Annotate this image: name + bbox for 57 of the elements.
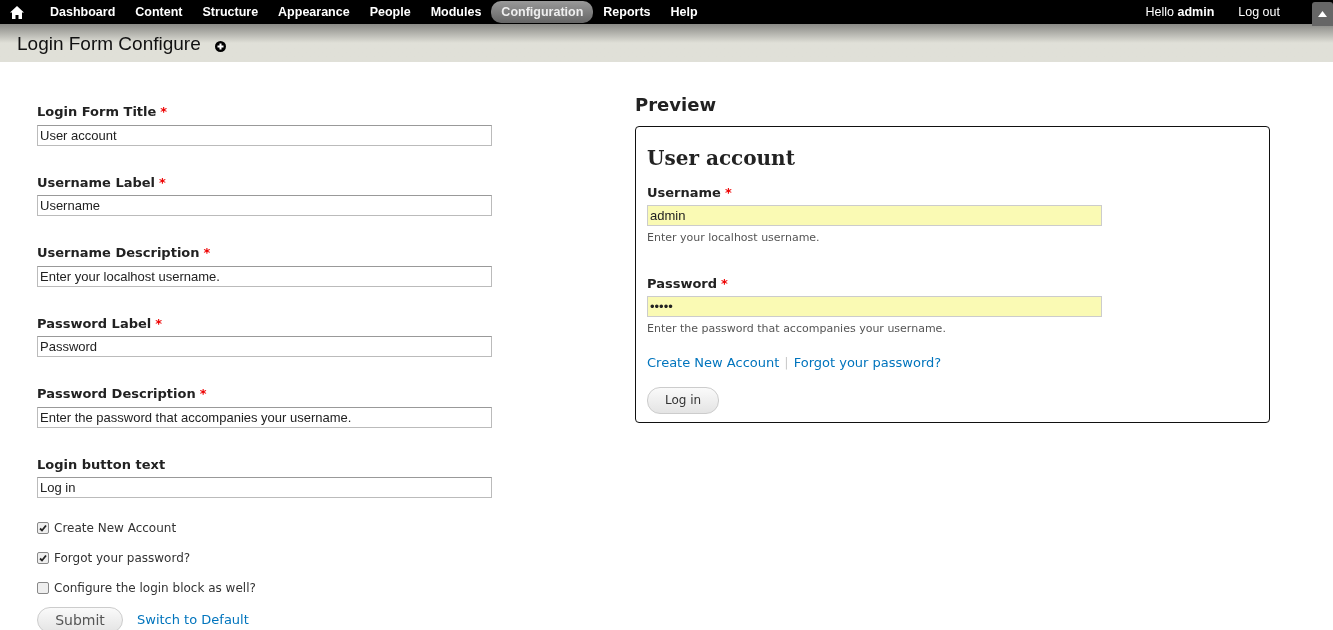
field-label: Password Label bbox=[37, 314, 152, 333]
page-title: Login Form Configure bbox=[17, 34, 201, 53]
toolbar-menu-item[interactable]: People bbox=[359, 0, 421, 24]
greeting-text: Hello admin bbox=[1145, 3, 1215, 21]
required-mark: * bbox=[159, 173, 166, 192]
toolbar-menu-item[interactable]: Dashboard bbox=[40, 0, 126, 24]
checkbox[interactable] bbox=[37, 552, 49, 564]
field-label: Password bbox=[647, 275, 718, 293]
forgot-password-link[interactable]: Forgot your password? bbox=[793, 353, 942, 373]
required-mark: * bbox=[203, 244, 211, 262]
switch-to-default-link[interactable]: Switch to Default bbox=[137, 610, 249, 630]
field-label: Username bbox=[647, 184, 721, 202]
checkbox[interactable] bbox=[37, 522, 49, 534]
block-title: User account bbox=[647, 145, 796, 172]
toolbar-menu-item[interactable]: Reports bbox=[593, 0, 661, 24]
required-mark: * bbox=[160, 103, 168, 121]
field-description: Enter your localhost username. bbox=[647, 229, 821, 246]
toolbar-toggle-button[interactable] bbox=[1312, 1, 1333, 26]
field-label: Password Description bbox=[37, 385, 196, 403]
checkbox-label: Create New Account bbox=[54, 520, 177, 537]
plus-circle-icon[interactable] bbox=[214, 41, 226, 52]
check-icon bbox=[39, 524, 47, 532]
checkbox-label: Configure the login block as well? bbox=[54, 580, 256, 597]
link-separator: | bbox=[784, 354, 789, 372]
field-label: Login button text bbox=[37, 455, 166, 474]
home-icon[interactable] bbox=[10, 5, 24, 19]
toolbar-menu-item[interactable]: Modules bbox=[420, 0, 492, 24]
create-account-link[interactable]: Create New Account bbox=[647, 353, 780, 373]
toolbar-menu-item[interactable]: Help bbox=[660, 0, 708, 24]
text-field[interactable]: Enter your localhost username. bbox=[37, 265, 492, 287]
toolbar-menu-item[interactable]: Structure bbox=[192, 0, 269, 24]
required-mark: * bbox=[721, 275, 728, 293]
required-mark: * bbox=[155, 314, 163, 333]
triangle-up-icon bbox=[1318, 10, 1327, 17]
checkbox-label: Forgot your password? bbox=[54, 550, 191, 567]
required-mark: * bbox=[199, 385, 207, 403]
toolbar-menu-item[interactable]: Configuration bbox=[491, 0, 594, 24]
field-label: Username Label bbox=[37, 173, 156, 192]
field-label: Username Description bbox=[37, 244, 200, 262]
text-field[interactable]: admin bbox=[647, 204, 1102, 226]
text-field[interactable]: Log in bbox=[37, 477, 492, 498]
toolbar-menu-item[interactable]: Appearance bbox=[268, 0, 360, 24]
submit-button[interactable]: Submit bbox=[37, 607, 123, 630]
login-button[interactable]: Log in bbox=[647, 386, 719, 414]
required-mark: * bbox=[724, 184, 732, 202]
text-field[interactable]: Password bbox=[37, 336, 492, 357]
toolbar-menu-item[interactable]: Content bbox=[125, 0, 193, 24]
field-label: Login Form Title bbox=[37, 103, 157, 121]
field-description: Enter the password that accompanies your username. bbox=[647, 320, 947, 337]
text-field[interactable]: Enter the password that accompanies your username. bbox=[37, 406, 492, 428]
check-icon bbox=[39, 554, 47, 562]
text-field[interactable]: Username bbox=[37, 195, 492, 216]
logout-link[interactable]: Log out bbox=[1238, 2, 1280, 22]
text-field[interactable]: ••••• bbox=[647, 295, 1102, 317]
checkbox[interactable] bbox=[37, 582, 49, 594]
preview-heading: Preview bbox=[635, 93, 718, 117]
text-field[interactable]: User account bbox=[37, 124, 492, 146]
